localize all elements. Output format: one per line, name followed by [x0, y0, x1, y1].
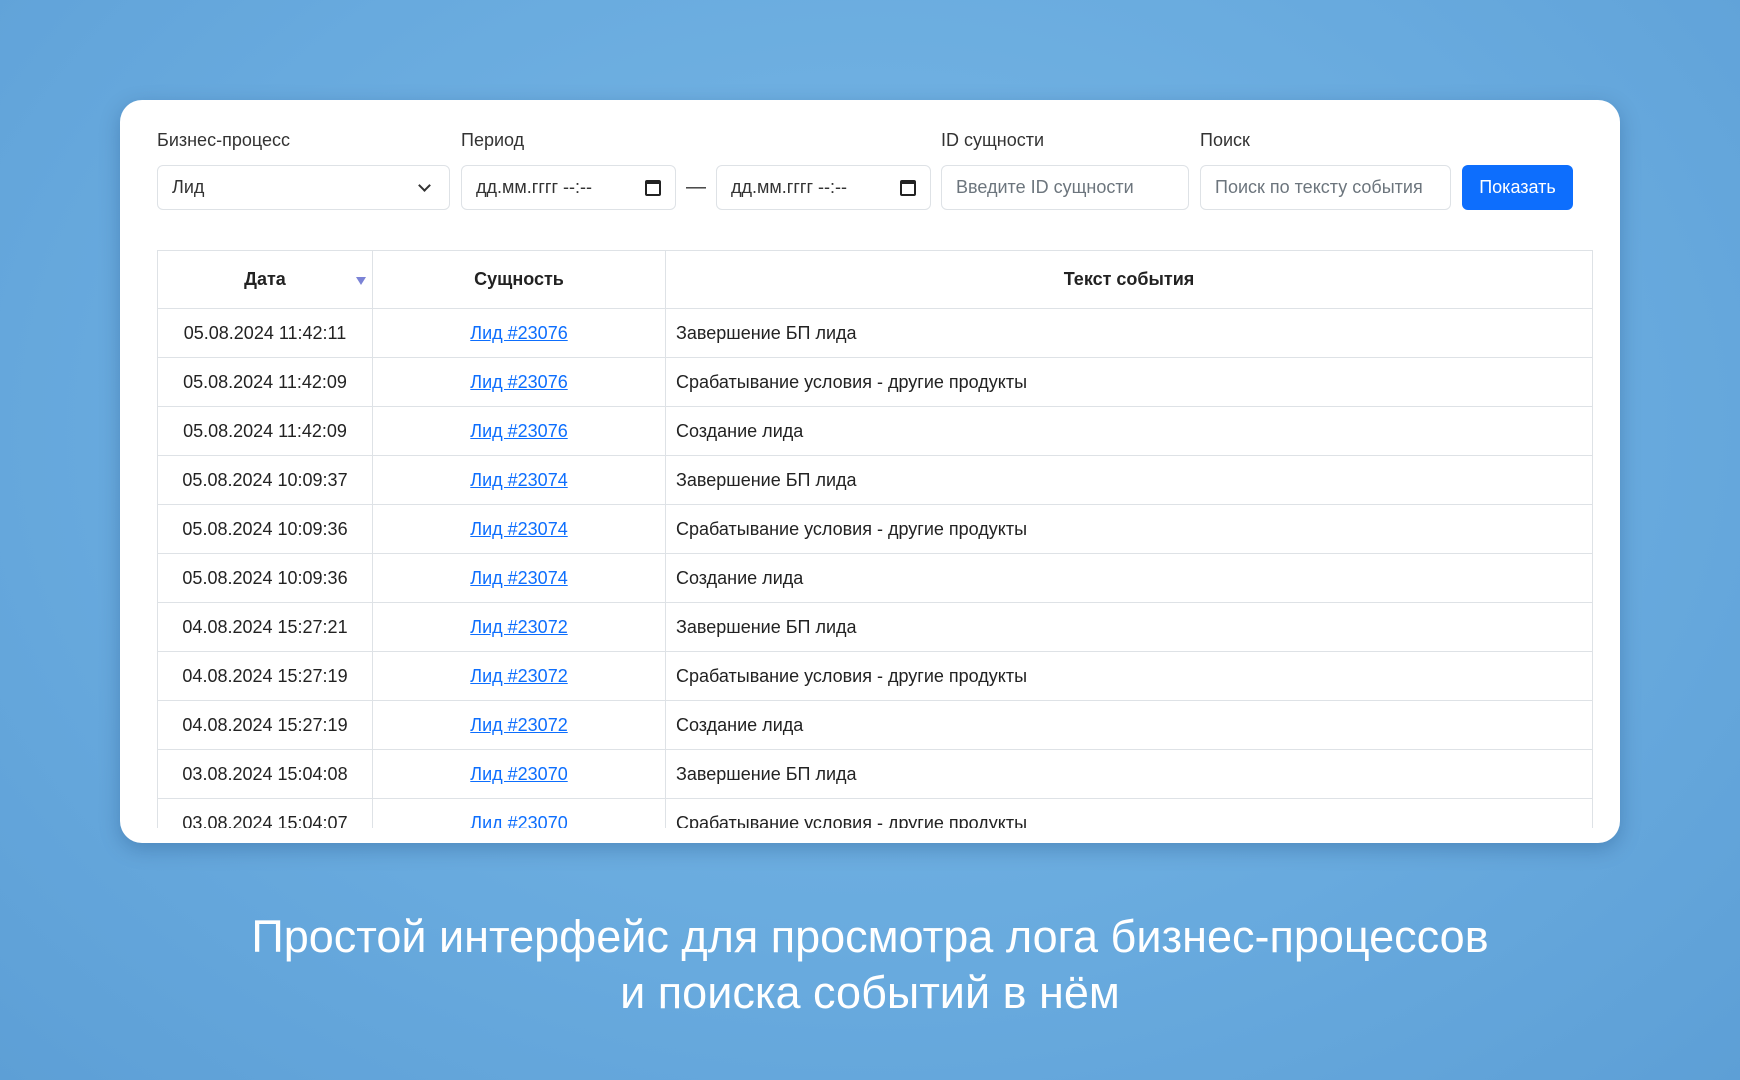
column-header-date[interactable]: Дата: [157, 250, 373, 309]
event-date: 05.08.2024 11:42:11: [157, 308, 373, 358]
caption-line-2: и поиска событий в нём: [620, 967, 1120, 1018]
entity-link[interactable]: Лид #23074: [470, 470, 567, 490]
event-text: Завершение БП лида: [665, 602, 1593, 652]
chevron-down-icon: [418, 178, 431, 192]
table-row: 05.08.2024 11:42:09 Лид #23076 Создание …: [157, 406, 1593, 456]
process-select-value: Лид: [172, 177, 205, 197]
event-date: 03.08.2024 15:04:07: [157, 798, 373, 828]
event-date: 04.08.2024 15:27:21: [157, 602, 373, 652]
event-text: Срабатывание условия - другие продукты: [665, 798, 1593, 828]
event-date: 05.08.2024 11:42:09: [157, 357, 373, 407]
event-text: Завершение БП лида: [665, 749, 1593, 799]
process-label: Бизнес-процесс: [157, 130, 290, 150]
event-date: 05.08.2024 10:09:36: [157, 553, 373, 603]
entity-cell: Лид #23072: [372, 602, 666, 652]
table-row: 05.08.2024 10:09:36 Лид #23074 Срабатыва…: [157, 504, 1593, 554]
log-card: Бизнес-процесс Период ID сущности Поиск …: [120, 100, 1620, 843]
table-row: 04.08.2024 15:27:19 Лид #23072 Срабатыва…: [157, 651, 1593, 701]
calendar-icon[interactable]: [645, 179, 661, 196]
event-date: 05.08.2024 10:09:36: [157, 504, 373, 554]
events-table: Дата Сущность Текст события 05.08.2024 1…: [157, 250, 1593, 828]
period-separator: —: [686, 176, 706, 198]
id-label: ID сущности: [941, 130, 1045, 150]
entity-cell: Лид #23076: [372, 357, 666, 407]
search-label: Поиск: [1200, 130, 1250, 150]
event-date: 04.08.2024 15:27:19: [157, 700, 373, 750]
event-text: Создание лида: [665, 553, 1593, 603]
event-date: 03.08.2024 15:04:08: [157, 749, 373, 799]
period-label: Период: [461, 130, 525, 150]
entity-cell: Лид #23076: [372, 406, 666, 456]
entity-cell: Лид #23072: [372, 700, 666, 750]
table-row: 04.08.2024 15:27:21 Лид #23072 Завершени…: [157, 602, 1593, 652]
sort-desc-icon[interactable]: [356, 277, 366, 285]
event-text: Срабатывание условия - другие продукты: [665, 357, 1593, 407]
entity-cell: Лид #23074: [372, 455, 666, 505]
entity-link[interactable]: Лид #23076: [470, 372, 567, 392]
table-row: 05.08.2024 11:42:11 Лид #23076 Завершени…: [157, 308, 1593, 358]
table-row: 05.08.2024 11:42:09 Лид #23076 Срабатыва…: [157, 357, 1593, 407]
entity-link[interactable]: Лид #23074: [470, 519, 567, 539]
period-from-placeholder: дд.мм.гггг --:--: [476, 177, 592, 197]
period-to-input[interactable]: дд.мм.гггг --:--: [716, 165, 931, 210]
process-select[interactable]: Лид: [157, 165, 450, 210]
column-header-text: Текст события: [665, 250, 1593, 309]
show-button[interactable]: Показать: [1462, 165, 1573, 210]
event-text: Завершение БП лида: [665, 455, 1593, 505]
search-input[interactable]: Поиск по тексту события: [1200, 165, 1451, 210]
search-placeholder: Поиск по тексту события: [1215, 177, 1423, 197]
entity-link[interactable]: Лид #23076: [470, 323, 567, 343]
entity-link[interactable]: Лид #23072: [470, 715, 567, 735]
entity-link[interactable]: Лид #23072: [470, 617, 567, 637]
entity-link[interactable]: Лид #23070: [470, 813, 567, 829]
table-row: 05.08.2024 10:09:36 Лид #23074 Создание …: [157, 553, 1593, 603]
table-row: 03.08.2024 15:04:08 Лид #23070 Завершени…: [157, 749, 1593, 799]
entity-cell: Лид #23074: [372, 504, 666, 554]
entity-id-input[interactable]: Введите ID сущности: [941, 165, 1189, 210]
table-row: 05.08.2024 10:09:37 Лид #23074 Завершени…: [157, 455, 1593, 505]
entity-cell: Лид #23072: [372, 651, 666, 701]
event-date: 04.08.2024 15:27:19: [157, 651, 373, 701]
header-date-label: Дата: [244, 269, 286, 289]
event-text: Срабатывание условия - другие продукты: [665, 504, 1593, 554]
period-to-placeholder: дд.мм.гггг --:--: [731, 177, 847, 197]
event-text: Создание лида: [665, 700, 1593, 750]
entity-cell: Лид #23070: [372, 749, 666, 799]
entity-cell: Лид #23070: [372, 798, 666, 829]
entity-link[interactable]: Лид #23072: [470, 666, 567, 686]
table-row: 03.08.2024 15:04:07 Лид #23070 Срабатыва…: [157, 798, 1593, 829]
period-from-input[interactable]: дд.мм.гггг --:--: [461, 165, 676, 210]
event-text: Создание лида: [665, 406, 1593, 456]
caption-line-1: Простой интерфейс для просмотра лога биз…: [251, 911, 1489, 962]
entity-id-placeholder: Введите ID сущности: [956, 177, 1134, 197]
table-row: 04.08.2024 15:27:19 Лид #23072 Создание …: [157, 700, 1593, 750]
event-date: 05.08.2024 11:42:09: [157, 406, 373, 456]
calendar-icon[interactable]: [900, 179, 916, 196]
entity-cell: Лид #23074: [372, 553, 666, 603]
entity-link[interactable]: Лид #23074: [470, 568, 567, 588]
entity-link[interactable]: Лид #23070: [470, 764, 567, 784]
event-date: 05.08.2024 10:09:37: [157, 455, 373, 505]
event-text: Завершение БП лида: [665, 308, 1593, 358]
event-text: Срабатывание условия - другие продукты: [665, 651, 1593, 701]
entity-link[interactable]: Лид #23076: [470, 421, 567, 441]
column-header-entity: Сущность: [372, 250, 666, 309]
entity-cell: Лид #23076: [372, 308, 666, 358]
